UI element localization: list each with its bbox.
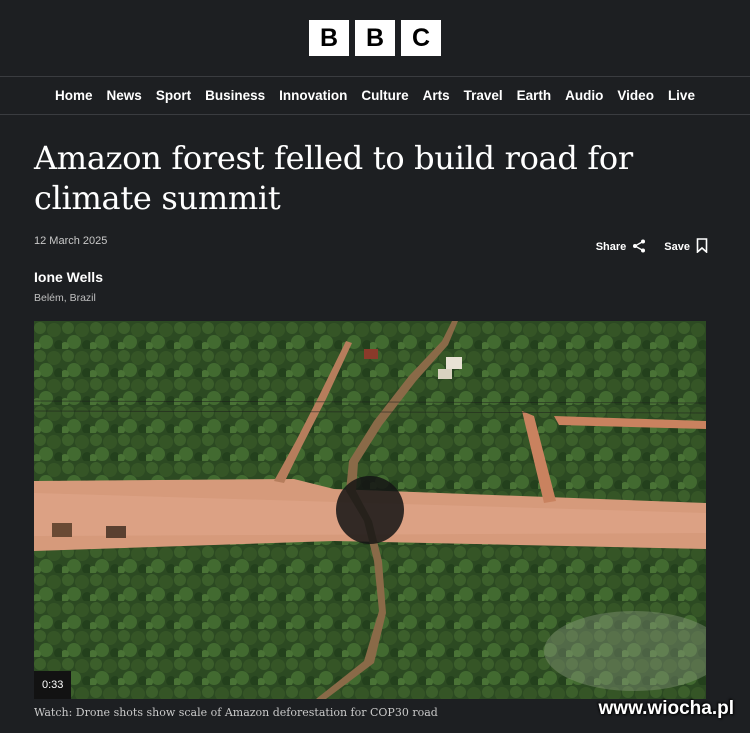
nav-item-innovation[interactable]: Innovation [279,88,347,103]
nav-item-culture[interactable]: Culture [361,88,408,103]
play-button[interactable] [336,476,404,544]
article-headline: Amazon forest felled to build road for c… [34,139,633,217]
main-nav: Home News Sport Business Innovation Cult… [0,77,750,115]
watermark: www.wiocha.pl [598,698,734,719]
logo-letter-b1: B [309,20,349,56]
nav-item-travel[interactable]: Travel [464,88,503,103]
bookmark-icon [696,238,708,256]
author-name[interactable]: Ione Wells [34,269,103,285]
author-location: Belém, Brazil [34,292,96,304]
bbc-logo[interactable]: B B C [309,20,441,56]
masthead: B B C [0,0,750,77]
nav-item-news[interactable]: News [107,88,142,103]
nav-item-business[interactable]: Business [205,88,265,103]
article-date: 12 March 2025 [34,235,108,247]
nav-item-arts[interactable]: Arts [423,88,450,103]
nav-item-audio[interactable]: Audio [565,88,603,103]
video-caption: Watch: Drone shots show scale of Amazon … [34,706,438,719]
nav-item-sport[interactable]: Sport [156,88,191,103]
nav-item-earth[interactable]: Earth [517,88,552,103]
logo-letter-b2: B [355,20,395,56]
video-duration: 0:33 [34,671,72,699]
share-icon [632,239,646,256]
nav-item-live[interactable]: Live [668,88,695,103]
article-actions: Share Save [596,238,708,256]
save-label: Save [664,241,690,253]
nav-item-home[interactable]: Home [55,88,93,103]
save-button[interactable]: Save [664,238,708,256]
logo-letter-c: C [401,20,441,56]
video-player[interactable]: 0:33 [34,321,706,699]
nav-item-video[interactable]: Video [617,88,654,103]
share-button[interactable]: Share [596,239,647,256]
share-label: Share [595,241,627,253]
